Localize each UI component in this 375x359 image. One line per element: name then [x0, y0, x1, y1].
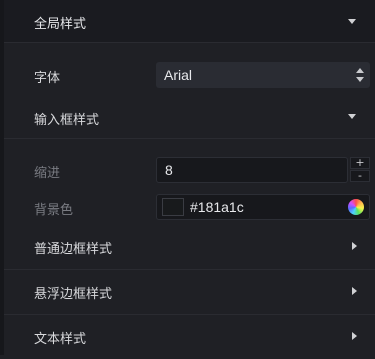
decrement-button[interactable]: - — [350, 170, 370, 182]
chevron-right-icon — [352, 242, 357, 250]
nav-label: 悬浮边框样式 — [34, 287, 113, 302]
nav-normal-border-style[interactable]: 普通边框样式 — [4, 225, 375, 270]
nav-label: 普通边框样式 — [34, 242, 113, 257]
font-select[interactable]: Arial — [156, 62, 370, 88]
indent-label: 缩进 — [34, 166, 61, 181]
section-title: 全局样式 — [34, 17, 87, 32]
increment-button[interactable]: + — [350, 157, 370, 169]
indent-value: 8 — [165, 162, 173, 178]
chevron-right-icon — [352, 287, 357, 295]
background-color-value: #181a1c — [190, 199, 244, 215]
indent-input[interactable]: 8 — [156, 157, 348, 183]
background-color-label: 背景色 — [34, 203, 74, 218]
chevron-right-icon — [352, 332, 357, 340]
font-select-value: Arial — [164, 67, 193, 83]
font-label: 字体 — [34, 71, 61, 86]
nav-label: 文本样式 — [34, 332, 87, 347]
chevron-down-icon[interactable] — [348, 19, 356, 24]
color-wheel-icon[interactable] — [348, 199, 364, 215]
color-swatch[interactable] — [162, 198, 184, 216]
background-color-field[interactable]: #181a1c — [156, 194, 370, 220]
style-panel: 全局样式 字体 Arial 输入框样式 缩进 8 + - 背景色 #181a1c… — [4, 0, 375, 355]
section-input-box-style[interactable]: 输入框样式 — [4, 98, 375, 139]
select-arrows-icon — [356, 68, 364, 82]
section-title: 输入框样式 — [34, 113, 100, 128]
nav-text-style[interactable]: 文本样式 — [4, 315, 375, 359]
nav-hover-border-style[interactable]: 悬浮边框样式 — [4, 270, 375, 315]
section-global-style[interactable]: 全局样式 — [4, 0, 375, 43]
chevron-down-icon[interactable] — [348, 114, 356, 119]
